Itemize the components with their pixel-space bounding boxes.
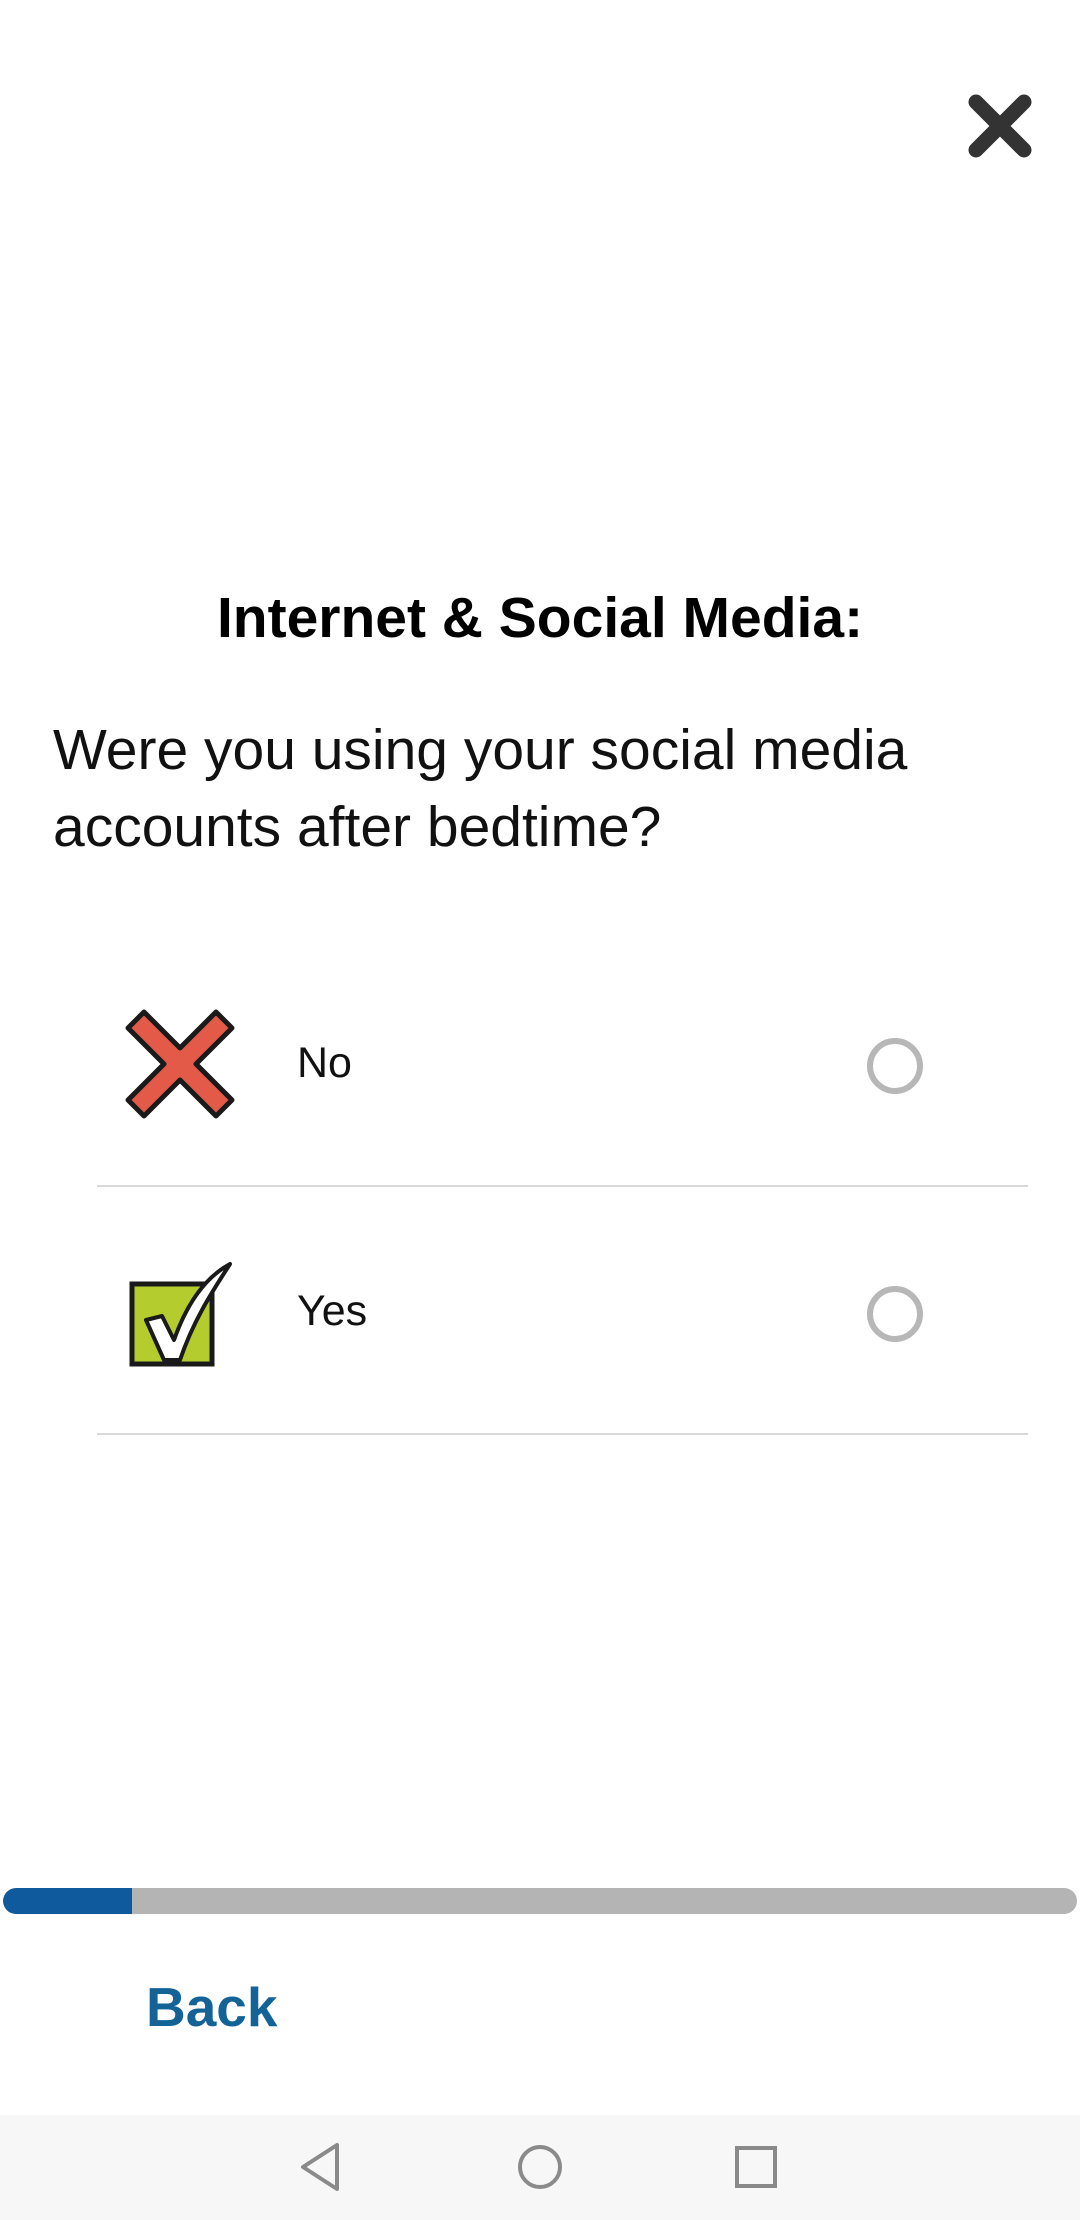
divider xyxy=(97,1433,1028,1435)
option-no[interactable]: No xyxy=(97,940,1028,1187)
option-label: No xyxy=(297,1039,352,1087)
nav-home-icon xyxy=(518,2145,562,2189)
progress-fill xyxy=(3,1888,132,1914)
option-label: Yes xyxy=(297,1287,368,1335)
divider xyxy=(97,1185,1028,1187)
green-checkbox-icon xyxy=(124,1256,236,1368)
radio-button-yes[interactable] xyxy=(867,1286,923,1342)
nav-recents-button[interactable] xyxy=(726,2137,786,2197)
section-title: Internet & Social Media: xyxy=(216,586,864,650)
option-yes[interactable]: Yes xyxy=(97,1188,1028,1435)
radio-button-no[interactable] xyxy=(867,1038,923,1094)
nav-recents-icon xyxy=(735,2146,777,2188)
close-button[interactable] xyxy=(960,86,1040,166)
question-text: Were you using your social media account… xyxy=(53,718,908,859)
nav-back-button[interactable] xyxy=(293,2137,353,2197)
progress-bar xyxy=(3,1888,1077,1914)
system-nav-bar xyxy=(0,2115,1080,2220)
nav-back-icon xyxy=(301,2143,339,2191)
survey-screen: Internet & Social Media: Were you using … xyxy=(0,0,1080,2220)
nav-home-button[interactable] xyxy=(510,2137,570,2197)
close-icon xyxy=(968,94,1032,158)
back-button[interactable]: Back xyxy=(146,1975,277,2039)
red-x-icon xyxy=(124,1008,236,1120)
